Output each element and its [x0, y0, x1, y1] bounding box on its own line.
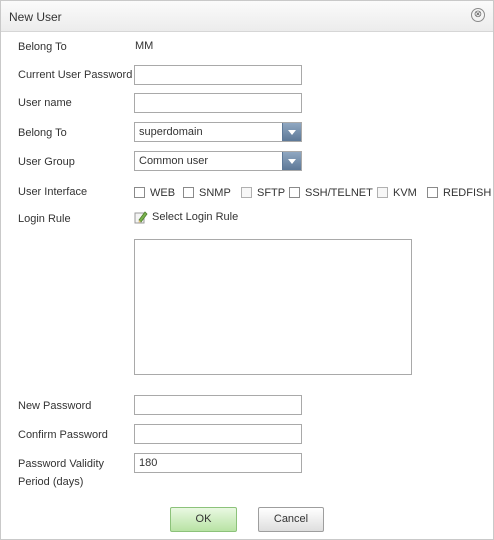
- checkbox-label: SFTP: [257, 186, 286, 199]
- belong-to-value: MM: [135, 40, 154, 52]
- new-user-dialog: New User ⊗ Belong To MM Current User Pas…: [0, 0, 494, 540]
- username-label: User name: [18, 97, 72, 109]
- user-group-select[interactable]: Common user: [134, 151, 302, 171]
- username-field[interactable]: [134, 93, 302, 113]
- dialog-title: New User: [9, 10, 62, 24]
- checkbox-sftp[interactable]: SFTP: [241, 186, 285, 199]
- checkbox-box[interactable]: [289, 187, 300, 198]
- checkbox-ssh-telnet[interactable]: SSH/TELNET: [289, 186, 373, 199]
- chevron-down-icon[interactable]: [282, 123, 301, 141]
- confirm-password-field[interactable]: [134, 424, 302, 444]
- checkbox-box[interactable]: [134, 187, 145, 198]
- user-group-label: User Group: [18, 156, 75, 168]
- password-validity-unit-label: Period (days): [18, 476, 84, 488]
- close-icon[interactable]: ⊗: [471, 8, 485, 22]
- user-group-select-value: Common user: [139, 155, 209, 167]
- belong-to-select[interactable]: superdomain: [134, 122, 302, 142]
- belong-to-select-value: superdomain: [139, 126, 203, 138]
- checkbox-label: KVM: [393, 186, 417, 199]
- login-rule-list[interactable]: [134, 239, 412, 375]
- confirm-password-label: Confirm Password: [18, 429, 108, 441]
- checkbox-label: SSH/TELNET: [305, 186, 373, 199]
- password-validity-field[interactable]: [134, 453, 302, 473]
- checkbox-snmp[interactable]: SNMP: [183, 186, 231, 199]
- select-login-rule-text: Select Login Rule: [152, 211, 239, 223]
- ok-button[interactable]: OK: [170, 507, 237, 532]
- belong-to-select-label: Belong To: [18, 127, 67, 139]
- current-password-label: Current User Password: [18, 69, 133, 81]
- checkbox-box[interactable]: [241, 187, 252, 198]
- checkbox-web[interactable]: WEB: [134, 186, 175, 199]
- checkbox-redfish[interactable]: REDFISH: [427, 186, 491, 199]
- select-login-rule-link[interactable]: Select Login Rule: [134, 210, 238, 224]
- password-validity-label: Password Validity: [18, 458, 104, 470]
- chevron-down-icon[interactable]: [282, 152, 301, 170]
- user-interface-label: User Interface: [18, 186, 88, 198]
- checkbox-box[interactable]: [427, 187, 438, 198]
- checkbox-box[interactable]: [377, 187, 388, 198]
- checkbox-kvm[interactable]: KVM: [377, 186, 417, 199]
- pencil-icon: [134, 211, 148, 224]
- login-rule-label: Login Rule: [18, 213, 71, 225]
- checkbox-label: SNMP: [199, 186, 231, 199]
- new-password-field[interactable]: [134, 395, 302, 415]
- checkbox-label: WEB: [150, 186, 176, 199]
- dialog-titlebar: New User ⊗: [1, 1, 493, 32]
- belong-to-label: Belong To: [18, 41, 67, 53]
- current-password-field[interactable]: [134, 65, 302, 85]
- cancel-button[interactable]: Cancel: [258, 507, 324, 532]
- checkbox-box[interactable]: [183, 187, 194, 198]
- checkbox-label: REDFISH: [443, 186, 492, 199]
- new-password-label: New Password: [18, 400, 92, 412]
